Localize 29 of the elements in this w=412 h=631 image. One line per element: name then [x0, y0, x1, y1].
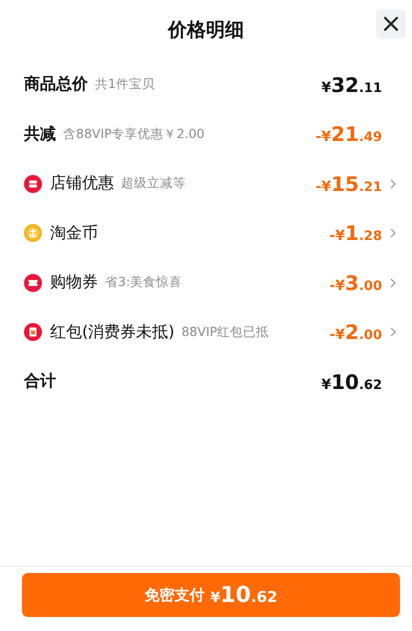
price-amount: ¥32.11 [321, 72, 382, 97]
price-amount: -¥3.00 [329, 270, 382, 295]
chevron-right-icon[interactable] [390, 327, 396, 338]
chevron-right-icon[interactable] [390, 178, 396, 189]
envelope-icon [24, 323, 42, 342]
price-amount: ¥10.62 [321, 370, 382, 394]
sheet-title: 价格明细 [168, 18, 244, 43]
row-note: 共1件宝贝 [95, 76, 155, 94]
row-note: 88VIP红包已抵 [181, 324, 270, 341]
price-amount: -¥2.00 [329, 320, 382, 344]
row-label: 淘金币 [50, 222, 98, 244]
row-label: 商品总价 [24, 74, 88, 96]
price-amount: -¥21.49 [316, 122, 382, 146]
row-label: 红包(消费券未抵) [50, 322, 174, 343]
row-note: 超级立减等 [121, 175, 186, 192]
row-label: 店铺优惠 [50, 173, 114, 194]
close-button[interactable]: × [376, 9, 406, 39]
coin-icon [24, 224, 42, 242]
row-label: 购物券 [50, 272, 98, 294]
chevron-right-icon[interactable] [390, 278, 396, 288]
row-label: 合计 [24, 371, 56, 392]
shop-icon [24, 174, 42, 193]
price-amount: -¥1.28 [329, 221, 382, 246]
coupon-icon [24, 274, 42, 292]
row-note: 含88VIP专享优惠￥2.00 [63, 126, 205, 143]
row-note: 省3:美食惊喜 [105, 274, 182, 292]
row-label: 共减 [24, 124, 56, 145]
price-amount: -¥15.21 [316, 172, 382, 196]
chevron-right-icon[interactable] [390, 228, 396, 238]
